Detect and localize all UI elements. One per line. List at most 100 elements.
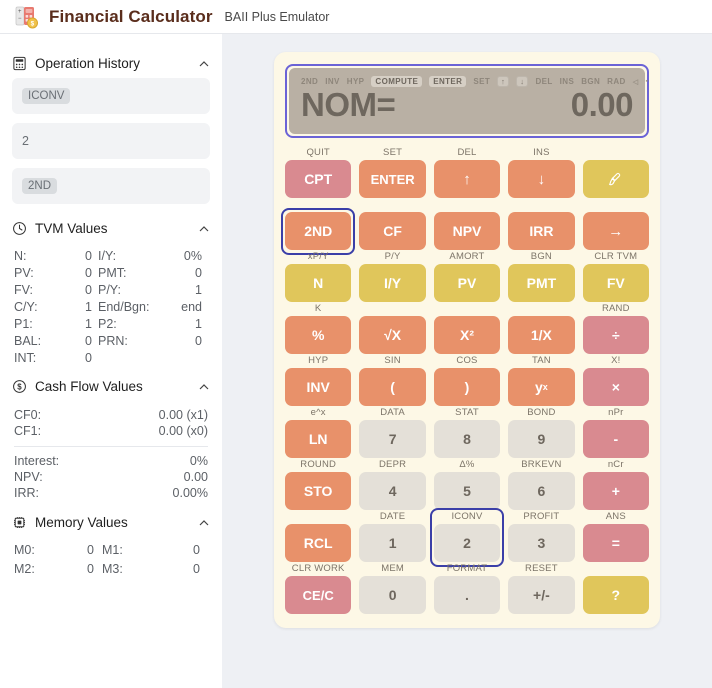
- key-secondary-label: [508, 302, 574, 316]
- list-item[interactable]: 2: [12, 123, 210, 159]
- sidebar: Operation History ICONV 2 2ND TVM Values…: [0, 34, 222, 688]
- key-cell: CF: [359, 198, 426, 250]
- key-secondary-label: QUIT: [306, 147, 330, 158]
- calc-key-CPT[interactable]: CPT: [285, 160, 352, 198]
- calc-key-FV[interactable]: FV: [582, 264, 649, 302]
- calc-key-NPV[interactable]: NPV: [433, 212, 501, 250]
- key-cell: CLR WORK CE/C: [285, 562, 352, 614]
- calc-key-PMT[interactable]: PMT: [508, 264, 575, 302]
- calc-key-X[interactable]: X²: [433, 316, 501, 354]
- calc-key-sym[interactable]: %: [285, 316, 352, 354]
- calc-key-8[interactable]: 8: [433, 420, 501, 458]
- calc-key-2[interactable]: 2: [433, 524, 501, 562]
- calc-key-yx[interactable]: yx: [508, 368, 575, 406]
- list-item[interactable]: ICONV: [12, 78, 210, 114]
- key-cell: RESET +/-: [508, 562, 575, 614]
- display-indicator: ↑: [497, 76, 510, 87]
- key-secondary-label: P/Y: [384, 251, 401, 262]
- calc-key-sym[interactable]: ÷: [582, 316, 649, 354]
- calc-key-IY[interactable]: I/Y: [359, 264, 426, 302]
- memory-value: 0: [87, 562, 94, 576]
- calc-key-sym[interactable]: →: [582, 212, 649, 250]
- calc-key-sym[interactable]: (: [359, 368, 426, 406]
- calc-key-LN[interactable]: LN: [285, 420, 352, 458]
- calc-key-sym[interactable]: ↑: [433, 160, 501, 198]
- cash-flow-value: 0.00: [183, 470, 208, 484]
- keypad-row: 2ND CF NPV IRR →: [281, 198, 649, 255]
- calc-key-5[interactable]: 5: [433, 472, 501, 510]
- calc-key-sym[interactable]: ): [433, 368, 501, 406]
- key-secondary-label: nCr: [607, 459, 624, 470]
- calc-key-brushicon[interactable]: [582, 160, 649, 198]
- calc-key-sym[interactable]: +/-: [508, 576, 575, 614]
- key-secondary-label: K: [314, 303, 322, 314]
- section-title: Memory Values: [35, 514, 128, 530]
- key-cell: FORMAT .: [433, 562, 501, 614]
- display-indicator: DEL: [535, 77, 553, 86]
- calc-key-INV[interactable]: INV: [285, 368, 352, 406]
- calc-key-PV[interactable]: PV: [433, 264, 501, 302]
- memory-key: M2:: [14, 562, 35, 576]
- tvm-value: [160, 351, 208, 365]
- chevron-up-icon[interactable]: [198, 380, 210, 392]
- cash-flow-value: 0.00 (x0): [158, 424, 208, 438]
- key-cell: CLR TVM FV: [582, 250, 649, 302]
- calc-key-1[interactable]: 1: [359, 524, 426, 562]
- calc-key-sym[interactable]: ↓: [508, 160, 575, 198]
- calc-key-sym[interactable]: ×: [582, 368, 649, 406]
- key-secondary-label: [583, 562, 649, 576]
- key-cell: SIN (: [359, 354, 426, 406]
- list-item[interactable]: 2ND: [12, 168, 210, 204]
- key-cell: PROFIT 3: [508, 510, 575, 562]
- calc-key-RCL[interactable]: RCL: [285, 524, 352, 562]
- key-cell: HYP INV: [285, 354, 352, 406]
- calc-key-0[interactable]: 0: [359, 576, 426, 614]
- key-cell: X²: [433, 302, 501, 354]
- calculator-icon: [12, 56, 27, 71]
- section-header-tvm-values[interactable]: TVM Values: [12, 213, 210, 243]
- display-main-line: NOM= 0.00: [301, 86, 634, 124]
- section-header-cash-flow-values[interactable]: $ Cash Flow Values: [12, 371, 210, 401]
- key-cell: 2ND: [281, 198, 356, 255]
- tvm-value: 0: [85, 266, 92, 280]
- calc-key-X[interactable]: √X: [359, 316, 426, 354]
- display-indicator: SET: [473, 77, 491, 86]
- calc-key-1X[interactable]: 1/X: [508, 316, 575, 354]
- display-indicator: HYP: [346, 77, 365, 86]
- calc-key-3[interactable]: 3: [508, 524, 575, 562]
- tvm-key: INT:: [14, 351, 37, 365]
- key-cell: TAN yx: [508, 354, 575, 406]
- calc-key-2ND[interactable]: 2ND: [285, 212, 352, 250]
- key-secondary-label: DATA: [380, 407, 405, 418]
- calc-key-sym[interactable]: =: [582, 524, 649, 562]
- calc-key-9[interactable]: 9: [508, 420, 575, 458]
- section-header-memory-values[interactable]: Memory Values: [12, 507, 210, 537]
- tvm-key: I/Y:: [98, 249, 117, 263]
- display-indicator: BGN: [581, 77, 601, 86]
- chevron-up-icon[interactable]: [198, 222, 210, 234]
- key-cell: BGN PMT: [508, 250, 575, 302]
- calc-key-N[interactable]: N: [285, 264, 352, 302]
- calc-key-CF[interactable]: CF: [359, 212, 426, 250]
- display-indicator: INV: [325, 77, 340, 86]
- calc-key-sym[interactable]: +: [582, 472, 649, 510]
- chevron-up-icon[interactable]: [198, 516, 210, 528]
- calc-key-IRR[interactable]: IRR: [508, 212, 575, 250]
- calc-key-7[interactable]: 7: [359, 420, 426, 458]
- chevron-up-icon[interactable]: [198, 57, 210, 69]
- key-cell: ICONV 2: [429, 508, 505, 567]
- calc-key-CEC[interactable]: CE/C: [285, 576, 352, 614]
- calc-key-6[interactable]: 6: [508, 472, 575, 510]
- calc-key-4[interactable]: 4: [359, 472, 426, 510]
- calc-key-sym[interactable]: -: [582, 420, 649, 458]
- key-cell: DATA 7: [359, 406, 426, 458]
- calc-key-sym[interactable]: ?: [582, 576, 649, 614]
- tvm-value: 1: [85, 317, 92, 331]
- calc-key-sym[interactable]: .: [433, 576, 501, 614]
- section-header-operation-history[interactable]: Operation History: [12, 48, 210, 78]
- calculator-coin-icon: + − $: [14, 4, 40, 30]
- keypad-row: CLR WORK CE/C MEM 0 FORMAT . RESET +/- ?: [285, 562, 649, 614]
- calc-key-STO[interactable]: STO: [285, 472, 352, 510]
- app-subtitle: BAII Plus Emulator: [224, 9, 330, 24]
- calc-key-ENTER[interactable]: ENTER: [359, 160, 426, 198]
